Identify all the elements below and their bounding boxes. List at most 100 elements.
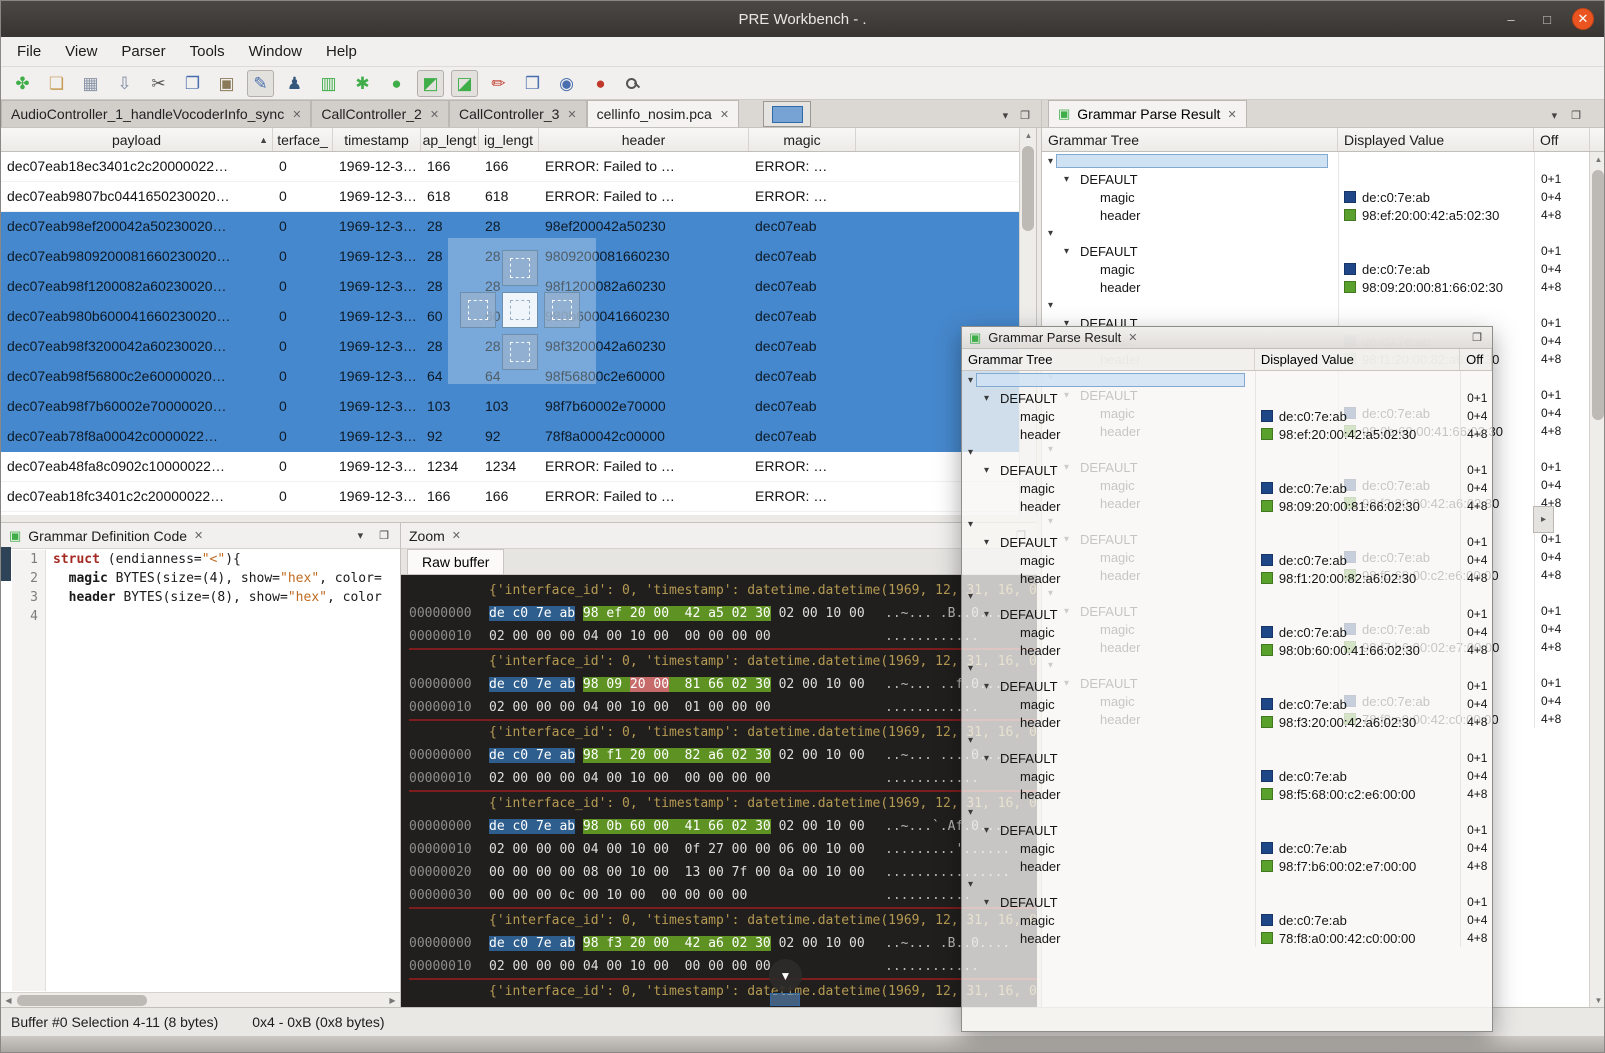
- table-row[interactable]: dec07eab78f8a00042c0000022…01969-12-3…92…: [1, 422, 1036, 452]
- code-hscrollbar-thumb[interactable]: [17, 995, 147, 1006]
- scroll-up-icon[interactable]: ▲: [1020, 128, 1037, 142]
- tree-row[interactable]: ▾DEFAULT0+1: [1042, 242, 1590, 260]
- column-header-ig_lengt[interactable]: ig_lengt: [479, 128, 539, 151]
- scroll-down-icon[interactable]: ▼: [1590, 993, 1605, 1007]
- column-header-displayed-value[interactable]: Displayed Value: [1338, 128, 1534, 151]
- scroll-up-icon[interactable]: ▲: [1590, 152, 1605, 166]
- record-icon[interactable]: ●: [587, 70, 614, 97]
- dock-guide-right[interactable]: [544, 292, 580, 328]
- close-icon[interactable]: ✕: [292, 108, 301, 121]
- tree-row[interactable]: magicde:c0:7e:ab0+4: [962, 695, 1492, 713]
- debug-icon[interactable]: ✱: [349, 70, 376, 97]
- tree-row[interactable]: header78:f8:a0:00:42:c0:00:004+8: [962, 929, 1492, 947]
- tree-row[interactable]: header98:f7:b6:00:02:e7:00:004+8: [962, 857, 1492, 875]
- tree-row[interactable]: header98:ef:20:00:42:a5:02:304+8: [1042, 206, 1590, 224]
- expander-icon[interactable]: ▾: [984, 537, 998, 548]
- expander-icon[interactable]: ▾: [984, 681, 998, 692]
- column-header-offset[interactable]: Off: [1460, 349, 1492, 370]
- hex-view[interactable]: {'interface_id': 0, 'timestamp': datetim…: [401, 575, 1037, 1007]
- run-icon[interactable]: ●: [383, 70, 410, 97]
- tree-row[interactable]: magicde:c0:7e:ab0+4: [962, 911, 1492, 929]
- tree-row[interactable]: ▾: [1042, 296, 1590, 314]
- close-icon[interactable]: ✕: [567, 108, 576, 121]
- tree-row[interactable]: header98:09:20:00:81:66:02:304+8: [962, 497, 1492, 515]
- tree-row[interactable]: ▾: [962, 587, 1492, 605]
- cut-icon[interactable]: ✂: [145, 70, 172, 97]
- column-header-terface_[interactable]: terface_: [273, 128, 333, 151]
- expander-icon[interactable]: ▾: [962, 447, 976, 458]
- edit-grammar-icon[interactable]: ✎: [247, 70, 274, 97]
- code-editor[interactable]: struct (endianness="<"){ magic BYTES(siz…: [53, 550, 400, 991]
- tab-CallController_2[interactable]: CallController_2✕: [311, 100, 449, 127]
- tab-cellinfo_nosim.pca[interactable]: cellinfo_nosim.pca✕: [587, 100, 739, 127]
- open-file-icon[interactable]: ❏: [43, 70, 70, 97]
- hex-row[interactable]: 00000000de c0 7e ab 98 f3 20 00 42 a6 02…: [409, 932, 1037, 955]
- expander-icon[interactable]: ▾: [984, 465, 998, 476]
- splitter-collapse-button[interactable]: ▸: [1533, 506, 1554, 533]
- menu-file[interactable]: File: [5, 39, 53, 64]
- close-icon[interactable]: ✕: [1128, 331, 1137, 344]
- menu-window[interactable]: Window: [237, 39, 314, 64]
- tree-row[interactable]: ▾DEFAULT0+1: [962, 821, 1492, 839]
- tree-row[interactable]: ▾: [1042, 224, 1590, 242]
- tab-CallController_3[interactable]: CallController_3✕: [449, 100, 587, 127]
- table-row[interactable]: dec07eab48fa8c0902c10000022…01969-12-3…1…: [1, 452, 1036, 482]
- panel-menu-button[interactable]: ▾: [1549, 108, 1561, 123]
- expander-icon[interactable]: ▾: [984, 825, 998, 836]
- tree-row[interactable]: header98:f1:20:00:82:a6:02:304+8: [962, 569, 1492, 587]
- hex-row[interactable]: 0000001002 00 00 00 04 00 10 00 00 00 00…: [409, 955, 1037, 978]
- panel-menu-button[interactable]: ▾: [355, 528, 367, 543]
- tree-row[interactable]: magicde:c0:7e:ab0+4: [962, 623, 1492, 641]
- dock-arrow-bottom[interactable]: ▼: [769, 959, 802, 992]
- table-row[interactable]: dec07eab18fc3401c2c20000022…01969-12-3…1…: [1, 482, 1036, 512]
- hex-row[interactable]: 00000000de c0 7e ab 98 f1 20 00 82 a6 02…: [409, 744, 1037, 767]
- new-file-icon[interactable]: ✤: [9, 70, 36, 97]
- save-as-icon[interactable]: ⇩: [111, 70, 138, 97]
- tree-row[interactable]: ▾: [962, 371, 1492, 389]
- window-titlebar[interactable]: PRE Workbench - . – □ ✕: [1, 1, 1604, 37]
- code-line[interactable]: header BYTES(size=(8), show="hex", color: [53, 588, 400, 607]
- code-line[interactable]: magic BYTES(size=(4), show="hex", color=: [53, 569, 400, 588]
- tab-overflow-button[interactable]: ▾: [1000, 108, 1012, 123]
- parse-user-icon[interactable]: ♟: [281, 70, 308, 97]
- tree-row[interactable]: magicde:c0:7e:ab0+4: [962, 839, 1492, 857]
- tree-row[interactable]: ▾: [962, 443, 1492, 461]
- maximize-button[interactable]: □: [1536, 8, 1558, 30]
- close-icon[interactable]: ✕: [430, 108, 439, 121]
- hex-row[interactable]: 00000000de c0 7e ab 98 09 20 00 81 66 02…: [409, 673, 1037, 696]
- expander-icon[interactable]: ▾: [1042, 228, 1056, 239]
- expander-icon[interactable]: ▾: [962, 519, 976, 530]
- tree-row[interactable]: ▾: [1042, 152, 1590, 170]
- column-header-grammar-tree[interactable]: Grammar Tree: [1042, 128, 1338, 151]
- expander-icon[interactable]: ▾: [962, 663, 976, 674]
- marker-icon[interactable]: ✏: [485, 70, 512, 97]
- inspect-icon[interactable]: ◉: [553, 70, 580, 97]
- tree-row[interactable]: ▾: [962, 803, 1492, 821]
- copy-icon[interactable]: ❐: [179, 70, 206, 97]
- hex-row[interactable]: 0000002000 00 00 00 08 00 10 00 13 00 7f…: [409, 861, 1037, 884]
- dock-guide-top[interactable]: [502, 250, 538, 286]
- expander-icon[interactable]: ▾: [1064, 246, 1078, 257]
- panel-float-button[interactable]: ❐: [1469, 330, 1485, 345]
- hex-row[interactable]: 00000000de c0 7e ab 98 ef 20 00 42 a5 02…: [409, 602, 1037, 625]
- tree-row[interactable]: ▾DEFAULT0+1: [962, 893, 1492, 911]
- column-header-header[interactable]: header: [539, 128, 749, 151]
- hex-row[interactable]: 0000001002 00 00 00 04 00 10 00 00 00 00…: [409, 625, 1037, 648]
- scroll-right-icon[interactable]: ▶: [385, 993, 400, 1007]
- expander-icon[interactable]: ▾: [962, 375, 976, 386]
- menu-help[interactable]: Help: [314, 39, 369, 64]
- tree-row[interactable]: ▾DEFAULT0+1: [1042, 170, 1590, 188]
- tree-row[interactable]: magicde:c0:7e:ab0+4: [962, 767, 1492, 785]
- tree-row[interactable]: header98:f3:20:00:42:a6:02:304+8: [962, 713, 1492, 731]
- expander-icon[interactable]: ▾: [1042, 156, 1056, 167]
- expander-icon[interactable]: ▾: [984, 609, 998, 620]
- expander-icon[interactable]: ▾: [1042, 300, 1056, 311]
- expander-icon[interactable]: ▾: [962, 591, 976, 602]
- tree-row[interactable]: ▾: [962, 515, 1492, 533]
- menu-view[interactable]: View: [53, 39, 109, 64]
- tree-row[interactable]: ▾DEFAULT0+1: [962, 605, 1492, 623]
- hex-row[interactable]: 0000001002 00 00 00 04 00 10 00 00 00 00…: [409, 767, 1037, 790]
- tree-row[interactable]: ▾: [962, 875, 1492, 893]
- column-header-offset[interactable]: Off: [1534, 128, 1590, 151]
- table-row[interactable]: dec07eab18ec3401c2c20000022…01969-12-3…1…: [1, 152, 1036, 182]
